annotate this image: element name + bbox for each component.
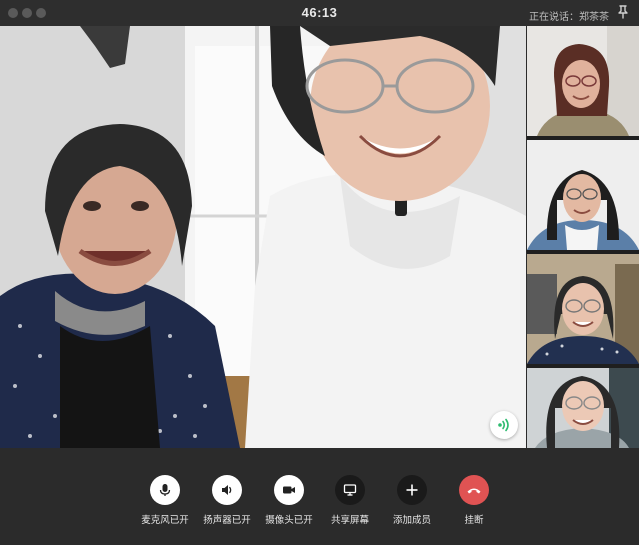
participant-video bbox=[527, 140, 639, 250]
participant-tile[interactable] bbox=[527, 368, 639, 448]
speaker-label: 扬声器已开 bbox=[203, 515, 251, 526]
mic-button[interactable] bbox=[150, 475, 180, 505]
mic-control[interactable]: 麦克风已开 bbox=[130, 475, 200, 526]
camera-control[interactable]: 摄像头已开 bbox=[254, 475, 324, 526]
participant-tile[interactable] bbox=[527, 26, 639, 136]
participant-video bbox=[527, 368, 639, 448]
hangup-phone-icon bbox=[467, 488, 481, 494]
microphone-icon bbox=[159, 484, 171, 496]
participant-list bbox=[527, 26, 639, 448]
participant-video bbox=[527, 254, 639, 364]
participant-tile[interactable] bbox=[527, 254, 639, 364]
title-bar: 46:13 正在说话：郑茶茶 bbox=[0, 0, 639, 26]
share-screen-button[interactable] bbox=[335, 475, 365, 505]
hangup-control[interactable]: 挂断 bbox=[439, 475, 509, 526]
speaker-control[interactable]: 扬声器已开 bbox=[192, 475, 262, 526]
video-camera-icon bbox=[283, 486, 295, 494]
participant-video bbox=[527, 26, 639, 136]
monitor-icon bbox=[343, 484, 357, 496]
participant-tile[interactable] bbox=[527, 140, 639, 250]
hangup-label: 挂断 bbox=[464, 515, 484, 526]
active-speaker-indicator bbox=[490, 411, 518, 439]
call-toolbar: 麦克风已开 扬声器已开 摄像头已开 共享屏幕 添加成员 挂断 bbox=[0, 448, 639, 545]
share-screen-label: 共享屏幕 bbox=[330, 515, 369, 526]
plus-icon bbox=[406, 484, 418, 496]
speaker-icon bbox=[222, 485, 232, 495]
mic-label: 麦克风已开 bbox=[141, 515, 189, 526]
add-member-control[interactable]: 添加成员 bbox=[377, 475, 447, 526]
hangup-button[interactable] bbox=[459, 475, 489, 505]
main-video-frame bbox=[0, 26, 526, 448]
pin-icon[interactable] bbox=[615, 4, 631, 20]
main-video[interactable] bbox=[0, 26, 526, 448]
camera-button[interactable] bbox=[274, 475, 304, 505]
speaker-button[interactable] bbox=[212, 475, 242, 505]
speaker-wave-icon bbox=[498, 418, 509, 432]
add-member-label: 添加成员 bbox=[392, 515, 431, 526]
share-screen-control[interactable]: 共享屏幕 bbox=[315, 475, 385, 526]
add-member-button[interactable] bbox=[397, 475, 427, 505]
camera-label: 摄像头已开 bbox=[265, 515, 313, 526]
speaking-status: 正在说话：郑茶茶 bbox=[529, 12, 609, 23]
